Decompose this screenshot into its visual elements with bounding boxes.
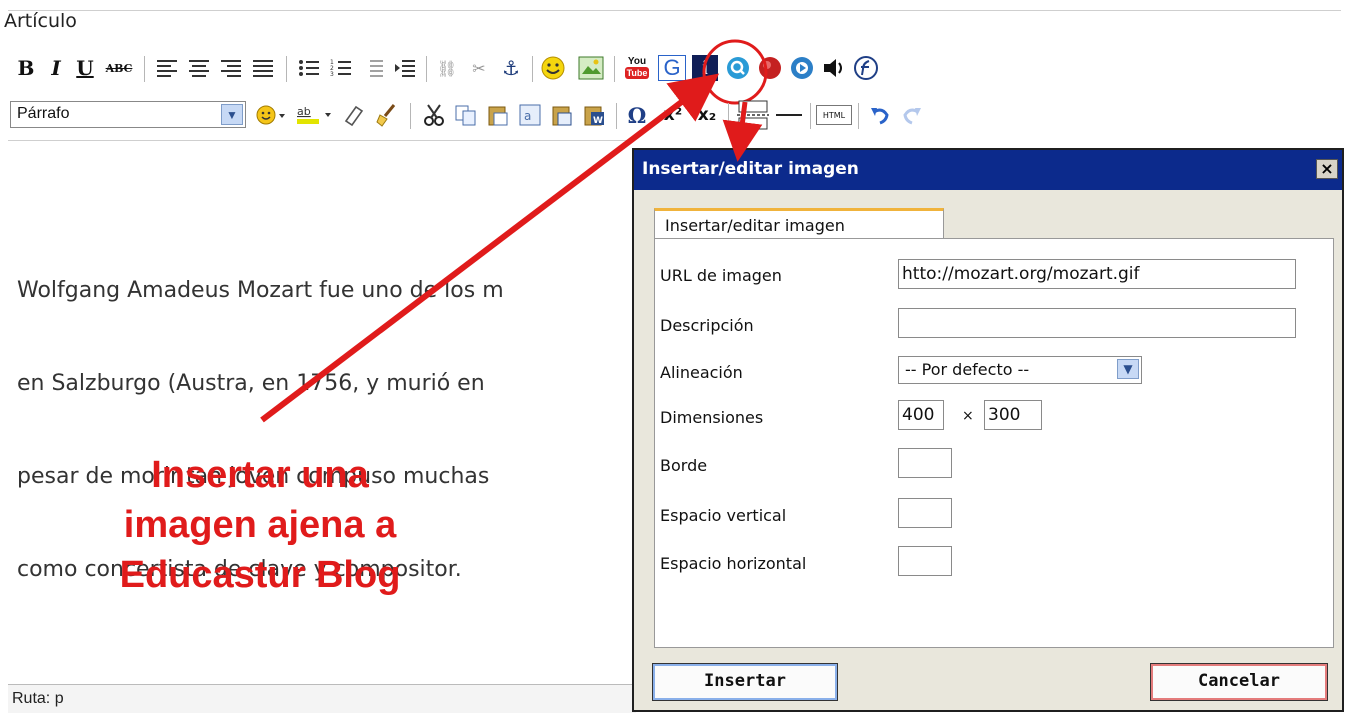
arrow-to-dialog — [722, 101, 763, 162]
arrow-to-image-button — [260, 73, 720, 423]
annotation-arrows — [260, 73, 763, 423]
